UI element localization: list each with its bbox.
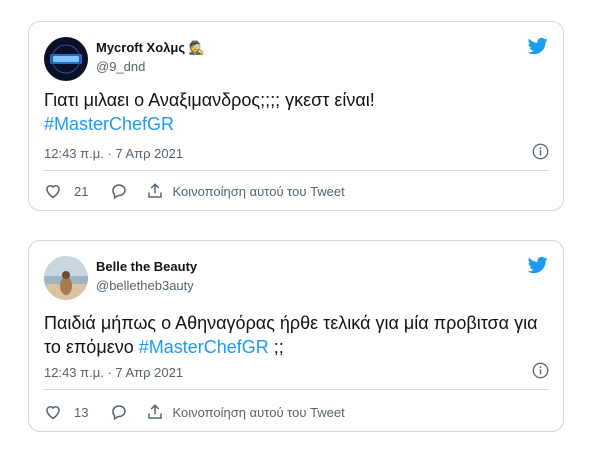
share-button[interactable]: Κοινοποίηση αυτού του Tweet [146,403,345,421]
like-button[interactable]: 21 [44,182,88,200]
share-label: Κοινοποίηση αυτού του Tweet [172,183,345,199]
twitter-bird-icon[interactable] [527,255,549,275]
tweet-card[interactable]: Mycroft Χολμς 🕵 @9_dnd Γιατι μιλαει ο Αν… [28,21,564,211]
reply-button[interactable] [110,182,128,200]
action-bar: 21 Κοινοποίηση αυτού του Tweet [44,181,345,201]
like-count: 21 [74,183,89,199]
tweet-text-body: Παιδιά μήπως ο Αθηναγόρας ήρθε τελικά γι… [44,313,538,357]
like-count: 13 [74,404,89,420]
reply-bubble-icon [112,405,127,421]
twitter-bird-icon[interactable] [527,36,549,56]
display-name[interactable]: Mycroft Χολμς 🕵 [96,40,205,56]
heart-icon [46,406,60,420]
hashtag-link[interactable]: #MasterChefGR [139,337,269,357]
user-handle[interactable]: @belletheb3auty [96,278,194,293]
avatar[interactable] [44,256,88,300]
tweet-text: Γιατι μιλαει ο Αναξιμανδρος;;;; γκεστ εί… [44,88,554,136]
avatar[interactable] [44,37,88,81]
display-name[interactable]: Belle the Beauty [96,259,197,274]
share-upload-icon [148,404,163,419]
tweet-text-tail: ;; [268,337,284,357]
timestamp[interactable]: 12:43 π.μ. · 7 Απρ 2021 [44,365,183,380]
divider [44,389,548,390]
user-handle[interactable]: @9_dnd [96,59,145,74]
share-label: Κοινοποίηση αυτού του Tweet [172,404,345,420]
info-icon[interactable] [532,362,549,379]
reply-button[interactable] [110,403,128,421]
action-bar: 13 Κοινοποίηση αυτού του Tweet [44,402,345,422]
divider [44,170,548,171]
heart-icon [46,185,60,199]
info-icon[interactable] [532,143,549,160]
tweet-card[interactable]: Belle the Beauty @belletheb3auty Παιδιά … [28,240,564,432]
timestamp[interactable]: 12:43 π.μ. · 7 Απρ 2021 [44,146,183,161]
tweet-text: Παιδιά μήπως ο Αθηναγόρας ήρθε τελικά γι… [44,311,554,359]
share-upload-icon [148,183,163,198]
hashtag-link[interactable]: #MasterChefGR [44,114,174,134]
share-button[interactable]: Κοινοποίηση αυτού του Tweet [146,182,345,200]
tweet-text-body: Γιατι μιλαει ο Αναξιμανδρος;;;; γκεστ εί… [44,90,375,110]
reply-bubble-icon [112,184,127,200]
like-button[interactable]: 13 [44,403,88,421]
